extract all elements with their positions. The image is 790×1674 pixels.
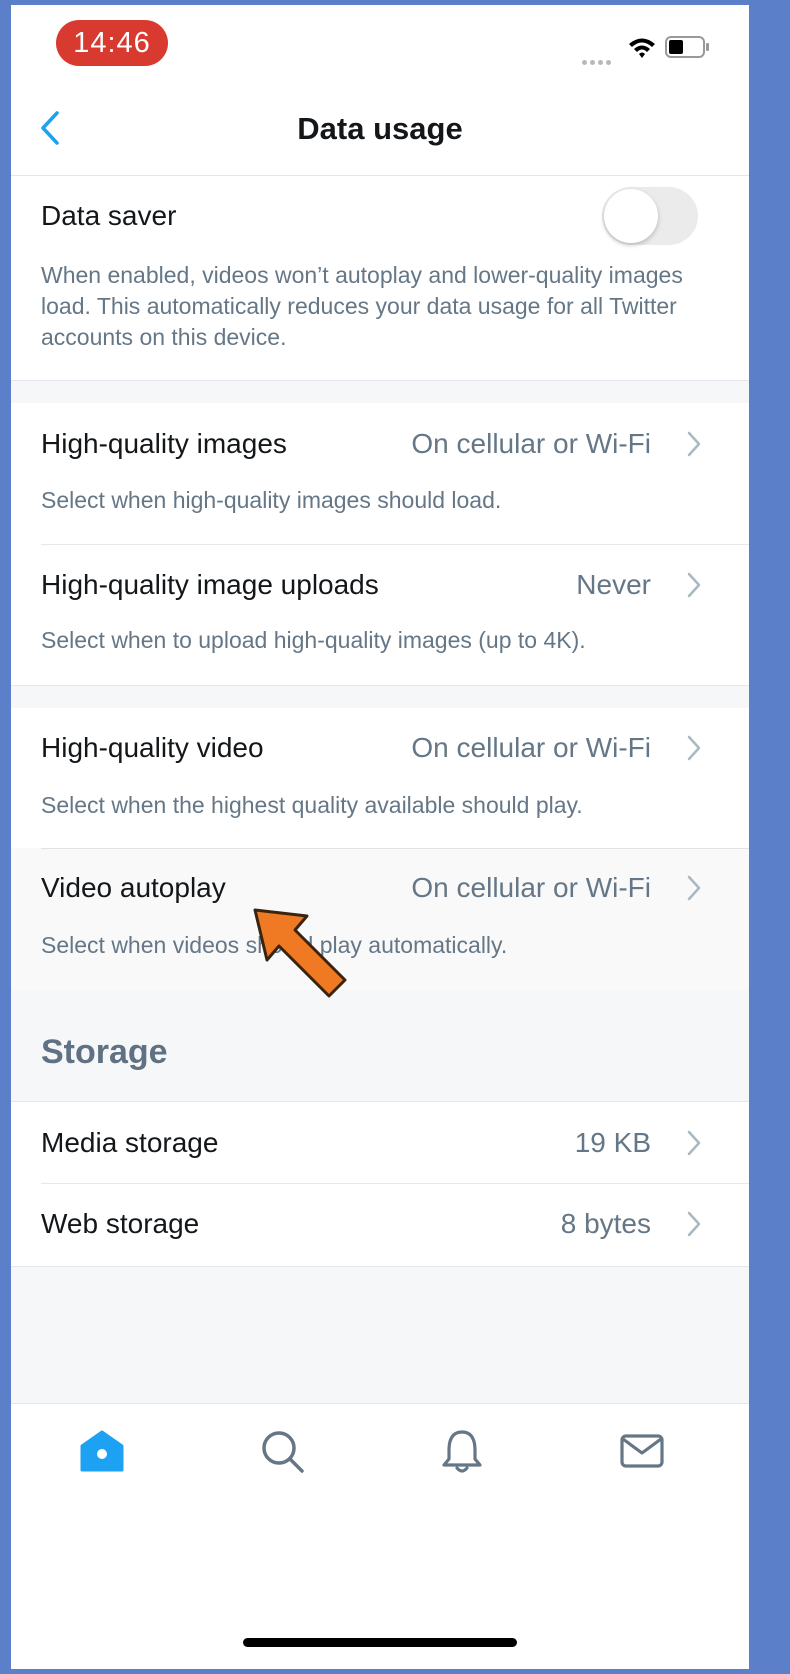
section-gap [11, 685, 749, 709]
toggle-knob [604, 189, 658, 243]
setting-value: On cellular or Wi-Fi [411, 732, 651, 763]
data-saver-toggle[interactable] [602, 187, 698, 245]
setting-value: 8 bytes [560, 1208, 651, 1239]
annotation-arrow-icon [253, 908, 347, 998]
list-item-high-quality-video[interactable]: High-quality video On cellular or Wi-Fi … [11, 708, 749, 848]
tab-bar [11, 1403, 749, 1669]
home-icon[interactable] [77, 1426, 127, 1476]
setting-value: 19 KB [574, 1127, 651, 1158]
list-item-high-quality-images[interactable]: High-quality images On cellular or Wi-Fi… [11, 403, 749, 543]
bell-icon[interactable] [437, 1426, 487, 1476]
storage-section-header: Storage [41, 1033, 168, 1071]
list-item-high-quality-image-uploads[interactable]: High-quality image uploads Never Select … [11, 545, 749, 685]
status-time: 14:46 [56, 20, 168, 66]
mail-icon[interactable] [617, 1426, 667, 1476]
search-icon[interactable] [257, 1426, 307, 1476]
setting-title: High-quality images [41, 428, 287, 459]
section-gap [11, 380, 749, 404]
chevron-right-icon [687, 572, 701, 598]
chevron-right-icon [687, 1211, 701, 1237]
setting-title: Media storage [41, 1127, 219, 1158]
setting-description: Select when the highest quality availabl… [41, 792, 583, 818]
navigation-bar: Data usage [11, 83, 749, 176]
image-settings-section: High-quality images On cellular or Wi-Fi… [11, 403, 749, 685]
home-indicator[interactable] [243, 1638, 517, 1647]
setting-value: On cellular or Wi-Fi [411, 428, 651, 459]
setting-title: High-quality video [41, 732, 264, 763]
setting-title: Web storage [41, 1208, 200, 1239]
chevron-right-icon [687, 875, 701, 901]
data-saver-description: When enabled, videos won’t autoplay and … [41, 262, 683, 350]
setting-title: Video autoplay [41, 872, 226, 903]
setting-description: Select when to upload high-quality image… [41, 627, 586, 653]
wifi-icon [629, 38, 655, 58]
list-item-media-storage[interactable]: Media storage 19 KB [11, 1102, 749, 1183]
list-item-web-storage[interactable]: Web storage 8 bytes [11, 1184, 749, 1265]
setting-description: Select when high-quality images should l… [41, 487, 502, 513]
chevron-right-icon [687, 735, 701, 761]
battery-icon [665, 36, 709, 58]
setting-value: Never [576, 569, 651, 600]
data-saver-label: Data saver [41, 200, 177, 231]
cellular-signal-icon [582, 52, 618, 65]
chevron-right-icon [687, 1130, 701, 1156]
chevron-right-icon [687, 431, 701, 457]
page-title: Data usage [297, 111, 463, 146]
setting-title: High-quality image uploads [41, 569, 379, 600]
storage-section: Media storage 19 KB Web storage 8 bytes [11, 1101, 749, 1267]
list-item-video-autoplay[interactable]: Video autoplay On cellular or Wi-Fi Sele… [11, 848, 749, 990]
status-bar: 14:46 [11, 5, 749, 83]
phone-screen: 14:46 Data usage Data saver When enabled… [11, 5, 749, 1669]
setting-value: On cellular or Wi-Fi [411, 872, 651, 903]
